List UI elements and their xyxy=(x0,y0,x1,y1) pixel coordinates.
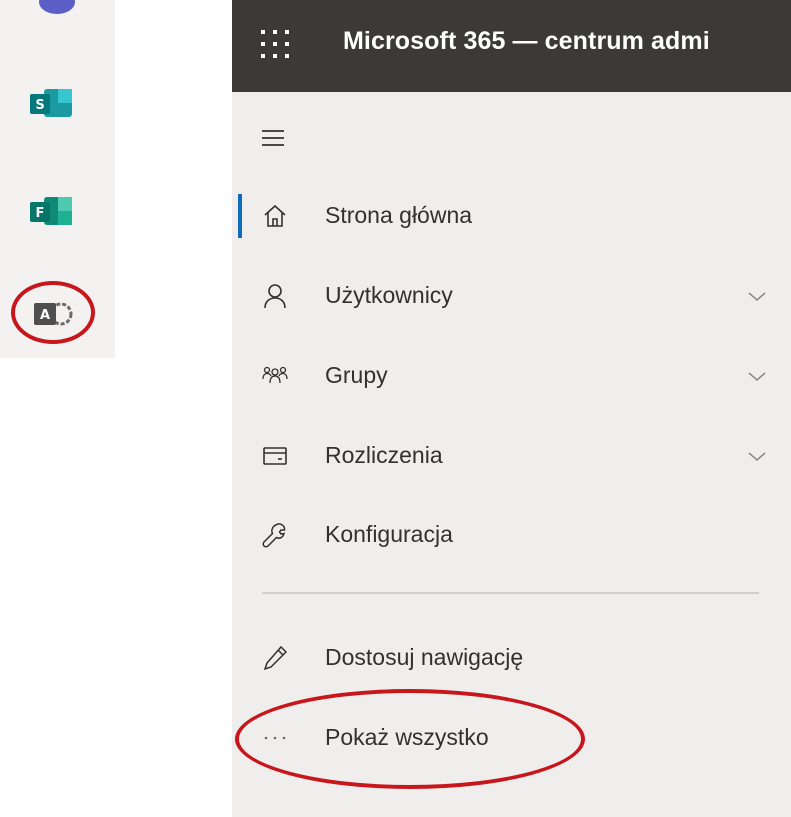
chevron-down-icon[interactable] xyxy=(746,446,768,466)
nav-item-label: Strona główna xyxy=(325,202,473,228)
svg-text:S: S xyxy=(35,98,44,113)
pencil-icon xyxy=(262,645,288,671)
person-icon xyxy=(262,283,288,309)
home-icon xyxy=(262,203,288,229)
nav-divider xyxy=(262,592,759,594)
forms-icon[interactable]: F xyxy=(30,195,72,225)
sharepoint-icon[interactable]: S xyxy=(30,87,72,117)
nav-item-label: Użytkownicy xyxy=(325,282,453,308)
nav-item-label: Grupy xyxy=(325,362,388,388)
nav-item-label: Dostosuj nawigację xyxy=(325,644,524,670)
chevron-down-icon[interactable] xyxy=(746,286,768,306)
show-all-highlight xyxy=(235,689,585,789)
nav-item-label: Konfiguracja xyxy=(325,521,453,547)
svg-text:F: F xyxy=(36,206,45,221)
active-indicator xyxy=(238,194,242,238)
nav-item-home[interactable]: Strona główna xyxy=(232,186,791,246)
nav-item-setup[interactable]: Konfiguracja xyxy=(232,505,791,565)
app-rail: S F A xyxy=(0,0,115,358)
billing-card-icon xyxy=(262,443,288,469)
hamburger-icon[interactable] xyxy=(262,128,286,148)
nav-item-label: Rozliczenia xyxy=(325,442,443,468)
nav-item-customize[interactable]: Dostosuj nawigację xyxy=(232,628,791,688)
nav-item-billing[interactable]: Rozliczenia xyxy=(232,426,791,486)
chevron-down-icon[interactable] xyxy=(746,366,768,386)
teams-icon[interactable] xyxy=(37,0,75,22)
admin-icon-highlight xyxy=(11,281,95,344)
group-icon xyxy=(262,363,288,389)
nav-item-groups[interactable]: Grupy xyxy=(232,346,791,406)
nav-item-users[interactable]: Użytkownicy xyxy=(232,266,791,326)
navigation-content: Strona główna Użytkownicy Grupy Rozlicze… xyxy=(232,0,791,817)
wrench-icon xyxy=(262,522,288,548)
